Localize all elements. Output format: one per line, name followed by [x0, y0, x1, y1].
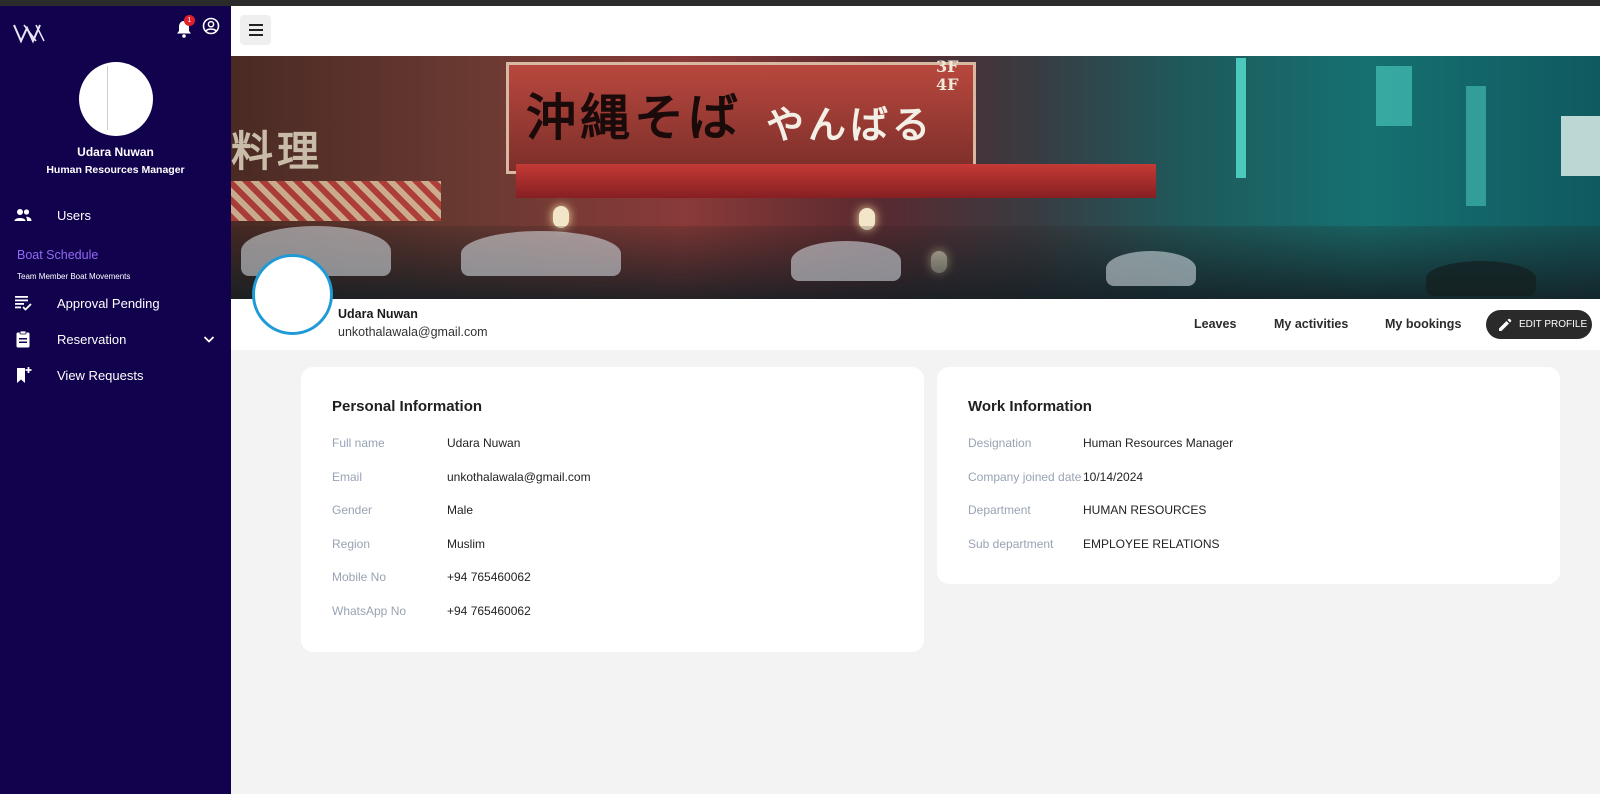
neon-sign [1236, 58, 1246, 178]
field-label: WhatsApp No [332, 604, 407, 618]
sidebar-item-approval-pending[interactable]: Approval Pending [0, 288, 231, 318]
umbrella [1106, 251, 1196, 286]
sidebar-item-reservation[interactable]: Reservation [0, 324, 231, 354]
field-value: Human Resources Manager [1083, 436, 1234, 450]
sidebar-item-label: Reservation [57, 331, 127, 347]
sidebar: 1 Udara Nuwan Human Resources Manager Us… [0, 6, 231, 794]
sidebar-item-label: Approval Pending [57, 295, 160, 311]
sidebar-item-label: View Requests [57, 367, 144, 383]
field-value: HUMAN RESOURCES [1083, 503, 1207, 517]
shop-left-sign-text: 料理 [231, 127, 324, 176]
field-value: +94 765460062 [447, 570, 531, 584]
menu-toggle-button[interactable] [240, 15, 271, 45]
personal-info-card: Personal Information Full name Udara Nuw… [301, 367, 924, 652]
street [231, 226, 1600, 299]
field-value: Male [447, 503, 474, 517]
boat-schedule-link[interactable]: Boat Schedule [17, 248, 98, 262]
field-label: Sub department [968, 537, 1054, 551]
shop-sign-text-white: やんばる [766, 102, 935, 147]
profile-name: Udara Nuwan [338, 307, 418, 321]
people-icon [14, 209, 32, 221]
shop-awning [516, 164, 1156, 198]
clipboard-icon [16, 330, 30, 348]
edit-profile-button[interactable]: EDIT PROFILE [1486, 310, 1592, 339]
work-info-title: Work Information [968, 398, 1092, 415]
tab-my-bookings[interactable]: My bookings [1385, 317, 1461, 331]
sidebar-user-role: Human Resources Manager [46, 164, 185, 176]
sidebar-avatar [79, 62, 153, 136]
field-label: Mobile No [332, 570, 387, 584]
field-label: Gender [332, 503, 373, 517]
neon-sign [1376, 66, 1412, 126]
tab-leaves[interactable]: Leaves [1194, 317, 1236, 331]
sidebar-user-name: Udara Nuwan [77, 145, 154, 159]
field-label: Region [332, 537, 371, 551]
field-value: 10/14/2024 [1083, 470, 1144, 484]
field-label: Department [968, 503, 1031, 517]
sidebar-item-view-requests[interactable]: View Requests [0, 360, 231, 390]
tab-my-activities[interactable]: My activities [1274, 317, 1348, 331]
account-circle-icon[interactable] [202, 17, 220, 35]
boat-schedule-subtitle: Team Member Boat Movements [17, 272, 131, 281]
app-logo[interactable] [12, 22, 46, 44]
neon-sign [1466, 86, 1486, 206]
sidebar-item-users[interactable]: Users [0, 200, 231, 230]
field-value: EMPLOYEE RELATIONS [1083, 537, 1220, 551]
field-label: Email [332, 470, 363, 484]
notification-count-badge: 1 [184, 15, 195, 26]
field-label: Full name [332, 436, 385, 450]
umbrella [791, 241, 901, 281]
top-header [231, 6, 1600, 56]
work-info-card: Work Information Designation Human Resou… [937, 367, 1560, 584]
chevron-down-icon[interactable] [202, 332, 216, 346]
field-value: Udara Nuwan [447, 436, 521, 450]
hamburger-menu-icon [248, 24, 263, 36]
profile-avatar[interactable] [252, 254, 333, 335]
neon-sign [1561, 116, 1600, 176]
field-value: Muslim [447, 537, 485, 551]
profile-cover-image: 沖縄そば やんばる 料理 3F 4F [231, 56, 1600, 299]
umbrella [461, 231, 621, 276]
profile-email: unkothalawala@gmail.com [338, 325, 488, 339]
awning-stripes [231, 181, 441, 221]
floor-sign-text: 3F 4F [936, 57, 959, 94]
field-value: unkothalawala@gmail.com [447, 470, 591, 484]
checklist-icon [15, 296, 32, 311]
sidebar-item-label: Users [57, 207, 91, 223]
umbrella [1426, 261, 1536, 296]
field-label: Designation [968, 436, 1032, 450]
pencil-icon [1499, 318, 1512, 331]
edit-profile-label: EDIT PROFILE [1519, 319, 1588, 330]
bookmark-add-icon [17, 367, 32, 383]
field-value: +94 765460062 [447, 604, 531, 618]
field-label: Company joined date [968, 470, 1082, 484]
personal-info-title: Personal Information [332, 398, 483, 415]
shop-sign-text: 沖縄そば [526, 88, 742, 147]
lantern [553, 206, 569, 228]
